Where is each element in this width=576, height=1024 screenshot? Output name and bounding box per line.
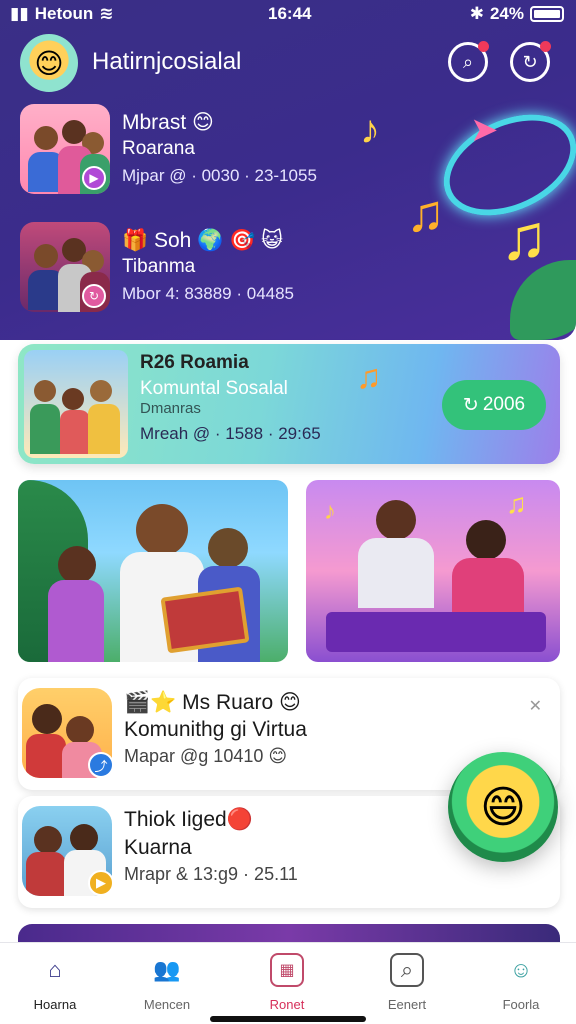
item-title: Mbrast 😊 (122, 111, 214, 134)
play-icon: ▶ (88, 870, 114, 896)
close-icon[interactable]: ✕ (529, 696, 542, 716)
image-tile-party[interactable]: ♫ ♪ (306, 480, 560, 662)
nav-calendar[interactable]: ▦ Ronet (242, 953, 332, 1012)
refresh-button[interactable]: ↻ (510, 41, 551, 82)
feature-title: R26 Roamia (140, 352, 249, 373)
item-thumbnail: ↻ (20, 222, 110, 312)
item-title: 🎁 Soh 🌍 🎯 😺 (122, 229, 284, 252)
share-icon: ⤴ (88, 752, 114, 778)
play-icon: ▶ (82, 166, 106, 190)
music-note-icon: ♪ (324, 498, 336, 525)
item-thumbnail: ▶ (20, 104, 110, 194)
music-note-icon: ♫ (506, 488, 527, 519)
battery-icon (530, 6, 564, 22)
refresh-icon: ↻ (462, 394, 479, 416)
item-subtitle: Tibanma (122, 256, 196, 277)
item-meta: Mbor 4: 83889 · 04485 (122, 284, 295, 303)
calendar-icon: ▦ (270, 953, 304, 987)
join-button-label: 2006 (482, 394, 526, 415)
wifi-icon: ≋ (99, 4, 114, 23)
bottom-nav: ⌂ Hoarna 👥 Mencen ▦ Ronet ⌕ Eenert ☺ Foo… (0, 942, 576, 1024)
profile-icon: ☺ (509, 957, 533, 982)
app-bar: 😊 Hatirnjcosialal ⌕ ↻ (0, 34, 576, 94)
image-tile-family-reading[interactable] (18, 480, 288, 662)
nav-label: Mencen (143, 997, 191, 1012)
list-item[interactable]: ↻ 🎁 Soh 🌍 🎯 😺 Tibanma Mbor 4: 83889 · 04… (20, 222, 540, 314)
item-meta: Mjpar @ · 0030 · 23-1055 (122, 166, 317, 185)
hero-section: ♪ ♫ ♫ ➤ ▮▮ Hetoun ≋ 16:44 ✱ 24% 😊 Hatirn… (0, 0, 576, 340)
bluetooth-icon: ✱ (469, 4, 484, 23)
chat-bubble-fab[interactable]: 😄 (448, 752, 558, 862)
join-button[interactable]: ↻ 2006 (442, 380, 546, 430)
item-title: 🎬⭐ Ms Ruaro 😊 (124, 691, 301, 714)
nav-profile[interactable]: ☺ Foorla (476, 953, 566, 1012)
list-item[interactable]: ▶ Mbrast 😊 Roarana Mjpar @ · 0030 · 23-1… (20, 104, 540, 196)
item-subtitle: Komunithg gi Virtua (124, 718, 307, 741)
signal-icon: ▮▮ (10, 4, 29, 23)
notification-dot (540, 41, 551, 52)
refresh-icon: ↻ (522, 51, 538, 72)
book-icon (160, 586, 250, 654)
feature-thumbnail (24, 350, 128, 458)
nav-search[interactable]: ⌕ Eenert (362, 953, 452, 1012)
clock: 16:44 (268, 4, 312, 23)
people-icon: 👥 (153, 957, 181, 982)
item-meta: Mapar @g 10410 😊 (124, 746, 288, 766)
notification-dot (478, 41, 489, 52)
carrier-name: Hetoun (34, 4, 94, 23)
feature-tag: Dmanras (140, 400, 201, 417)
item-meta: Mrapr & 13:g9 · 25.11 (124, 864, 298, 884)
item-subtitle: Kuarna (124, 836, 192, 859)
search-icon: ⌕ (390, 953, 424, 987)
feature-meta: Mreah @ · 1588 · 29:65 (140, 424, 321, 443)
home-icon: ⌂ (48, 957, 62, 982)
nav-label: Ronet (269, 997, 305, 1012)
nav-people[interactable]: 👥 Mencen (122, 953, 212, 1012)
featured-card[interactable]: R26 Roamia Komuntal Sosalal Dmanras Mrea… (18, 344, 560, 464)
nav-label: Eenert (387, 997, 427, 1012)
nav-label: Hoarna (33, 997, 77, 1012)
battery-percent: 24% (489, 4, 524, 23)
feature-subtitle: Komuntal Sosalal (140, 378, 288, 399)
home-indicator (210, 1016, 366, 1022)
page-title: Hatirnjcosialal (92, 48, 242, 75)
share-icon: ↻ (82, 284, 106, 308)
nav-home[interactable]: ⌂ Hoarna (10, 953, 100, 1012)
nav-label: Foorla (502, 997, 540, 1012)
item-subtitle: Roarana (122, 138, 195, 159)
status-bar: ▮▮ Hetoun ≋ 16:44 ✱ 24% (0, 0, 576, 30)
smiley-icon: 😄 (480, 782, 526, 832)
item-title: Thiok Iiged🔴 (124, 808, 253, 831)
app-logo-avatar[interactable]: 😊 (20, 34, 78, 92)
search-icon: ⌕ (462, 51, 474, 72)
music-note-icon: ♫ (356, 358, 382, 396)
search-button[interactable]: ⌕ (448, 41, 489, 82)
